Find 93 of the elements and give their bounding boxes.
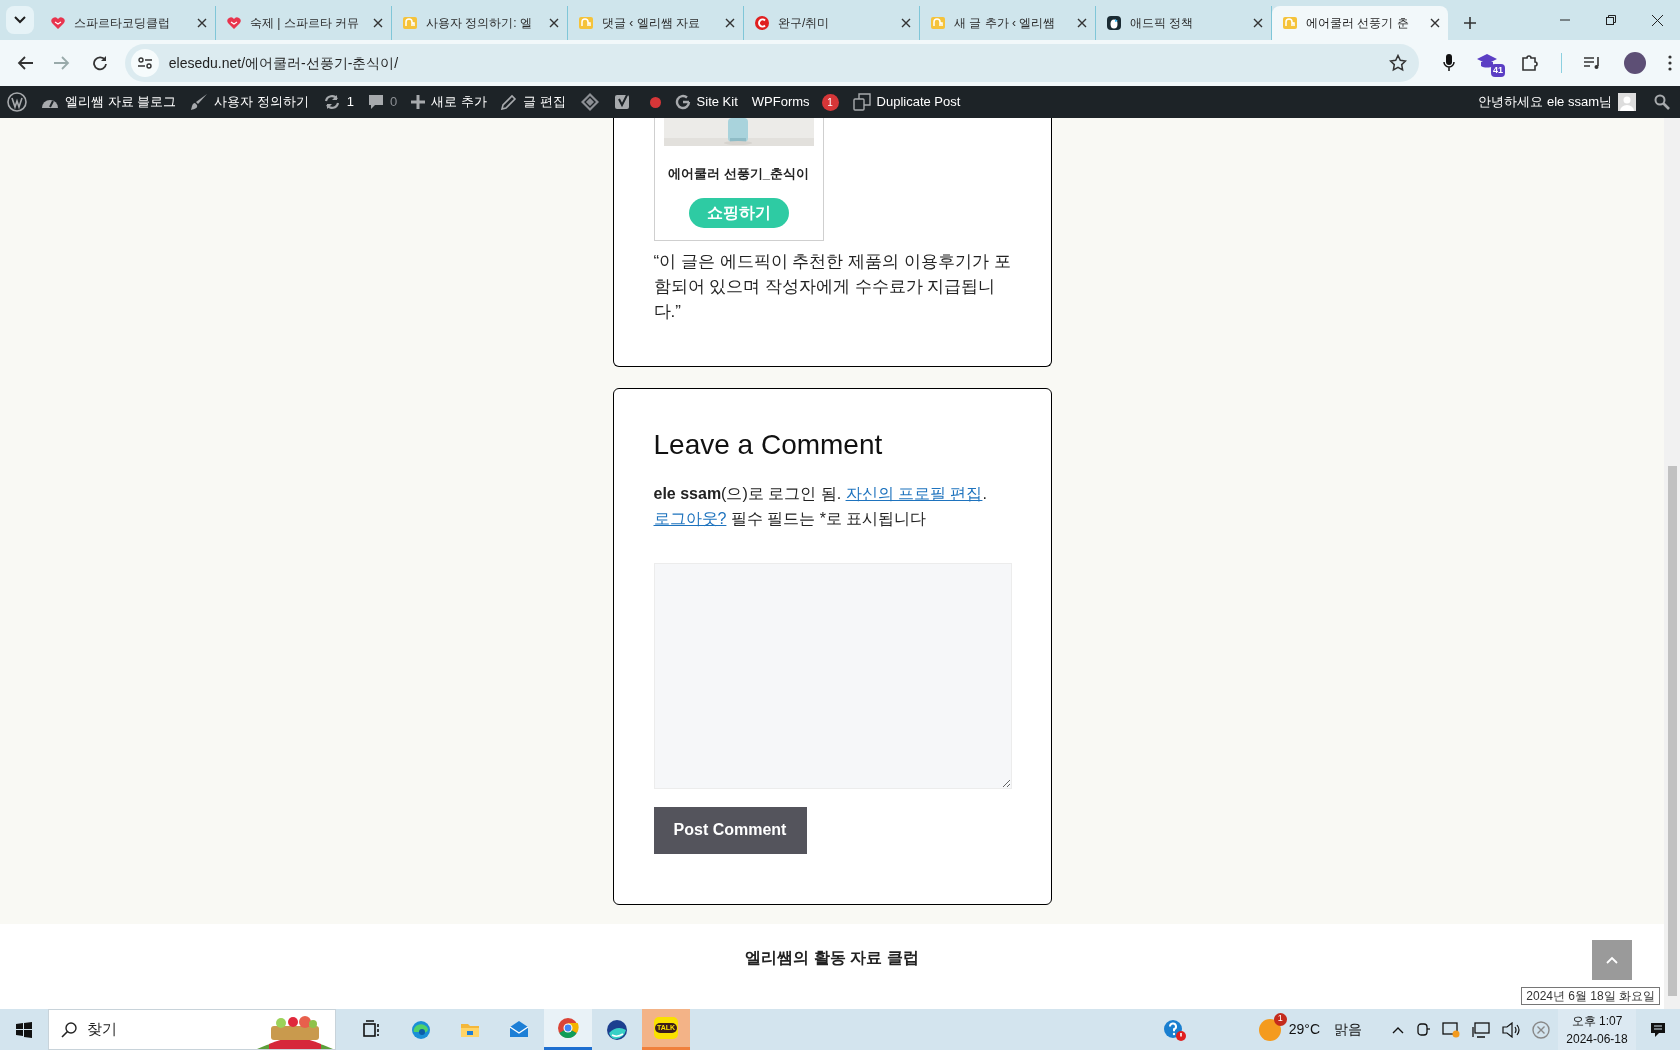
restore-icon[interactable] (1606, 15, 1616, 25)
elephant-icon (1282, 15, 1298, 31)
product-name: 에어쿨러 선풍기_춘식이 (668, 165, 809, 183)
admin-bar-item[interactable]: 사용자 정의하기 (183, 86, 316, 118)
profile-avatar-icon[interactable] (1624, 52, 1646, 74)
tab-title: 숙제 | 스파르타 커뮤 (250, 15, 361, 32)
close-icon[interactable] (1077, 18, 1087, 28)
text-link[interactable]: 자신의 프로필 편집 (845, 484, 983, 502)
comment-heading: Leave a Comment (653, 427, 884, 462)
puzzle-piece-icon[interactable] (1521, 54, 1539, 72)
admin-bar-item[interactable]: 글 편집 (493, 86, 573, 118)
browser-wave-icon (410, 1018, 432, 1041)
elephant-icon (930, 15, 946, 31)
tab-title: 스파르타코딩클럽 (74, 15, 171, 32)
network-icon[interactable] (1472, 1021, 1490, 1038)
account-menu[interactable]: 안녕하세요 ele ssam님 (1470, 86, 1644, 118)
post-comment-button[interactable]: Post Comment (653, 806, 807, 854)
speech-bubble-icon (368, 94, 385, 110)
date-tooltip: 2024년 6월 18일 화요일 (1521, 987, 1660, 1005)
tab-title: 새 글 추가 ‹ 엘리쌤 (954, 15, 1057, 32)
taskbar-search-button[interactable]: 찾기 (48, 1009, 336, 1050)
bookmark-star-icon[interactable] (1389, 54, 1407, 72)
notification-center-icon[interactable] (1650, 1021, 1666, 1038)
tab-title: 애드픽 정책 (1130, 15, 1195, 32)
admin-bar-item[interactable]: 엘리쌤 자료 블로그 (34, 86, 184, 118)
help-alert-icon[interactable] (1162, 1018, 1187, 1041)
elephant-icon (578, 15, 594, 31)
disclosure-text: “이 글은 에드픽이 추천한 제품의 이용후기가 포함되어 있으며 작성자에게 수수료가 지급됩니다.” (653, 250, 1011, 323)
close-circle-icon[interactable] (1532, 1020, 1550, 1039)
tab-title: 완구/취미 (778, 15, 831, 32)
back-icon[interactable] (16, 56, 33, 70)
notification-badge: 1 (1273, 1012, 1287, 1026)
paintbrush-icon (190, 93, 209, 111)
graduation-cap-icon[interactable] (1477, 53, 1497, 69)
plus-icon (411, 95, 426, 109)
notification-badge: 41 (1490, 63, 1505, 77)
close-icon[interactable] (1253, 18, 1263, 28)
notification-badge: 1 (821, 93, 839, 111)
reload-icon[interactable] (91, 55, 108, 71)
monitor-alert-icon[interactable] (1442, 1021, 1460, 1038)
chevron-up-icon[interactable] (1392, 1025, 1404, 1034)
admin-bar-item[interactable]: Site Kit (667, 86, 745, 118)
media-controls-icon[interactable] (1584, 56, 1602, 70)
tab-search-button[interactable] (6, 6, 34, 34)
windows-start-icon[interactable] (16, 1021, 32, 1038)
new-tab-icon[interactable] (1464, 17, 1476, 29)
admin-bar-item[interactable]: Duplicate Post (845, 86, 968, 118)
admin-bar-item[interactable]: WPForms 1 (744, 86, 846, 118)
search-icon (61, 1021, 77, 1038)
more-menu-icon[interactable] (1668, 55, 1672, 71)
speaker-icon[interactable] (1502, 1021, 1520, 1038)
site-info-icon[interactable] (137, 57, 152, 69)
scroll-to-top-button[interactable] (1592, 939, 1632, 980)
camera-icon[interactable] (1416, 1021, 1430, 1038)
admin-bar-item[interactable]: 1 (315, 86, 362, 118)
tab-title: 사용자 정의하기: 엘 (426, 15, 533, 32)
chevron-up-icon (1606, 955, 1618, 964)
whale-icon (606, 1018, 628, 1041)
text-link[interactable]: 로그아웃? (653, 509, 727, 527)
close-icon[interactable] (549, 18, 559, 28)
tab-title: 댓글 ‹ 엘리쌤 자료 (602, 15, 701, 32)
logged-in-note: ele ssam(으)로 로그인 됨. 자신의 프로필 편집. 로그아웃? 필수 필드는 *로 표시됩니다 (653, 483, 988, 529)
comment-field[interactable] (653, 562, 1012, 789)
close-icon[interactable] (197, 18, 207, 28)
taskbar-clock[interactable]: 오후 1:07 2024-06-18 (1558, 1009, 1636, 1050)
letter-c-icon (754, 15, 770, 31)
chevron-down-icon (14, 16, 26, 24)
avatar-icon (1618, 93, 1636, 111)
elephant-icon (402, 15, 418, 31)
admin-bar-item[interactable]: 새로 추가 (404, 86, 494, 118)
footer-text: 엘리쌤의 활동 자료 클럽 (745, 947, 919, 966)
duplicate-pages-icon (852, 93, 871, 111)
close-icon[interactable] (1430, 18, 1440, 28)
browser-tab[interactable]: 에어쿨러 선풍기 춘 (1272, 6, 1448, 40)
close-icon[interactable] (1651, 14, 1663, 26)
address-bar[interactable]: elesedu.net/에어쿨러-선풍기-춘식이/ (124, 44, 1419, 82)
taskbar-app[interactable] (544, 1009, 592, 1050)
pencil-icon (500, 94, 517, 110)
heart-icon (226, 15, 242, 31)
heart-icon (50, 15, 66, 31)
search-icon[interactable] (1654, 94, 1670, 110)
scrollbar-thumb[interactable] (1667, 466, 1677, 996)
close-icon[interactable] (901, 18, 911, 28)
close-icon[interactable] (725, 18, 735, 28)
refresh-icon (322, 94, 341, 110)
yoast-y-icon (613, 92, 632, 112)
penguin-icon (1106, 15, 1122, 31)
microphone-icon[interactable] (1443, 54, 1455, 72)
close-icon[interactable] (373, 18, 383, 28)
letter-g-icon (674, 94, 691, 110)
weather-widget[interactable]: 1 29°C 맑음 (1254, 1009, 1366, 1050)
chrome-logo-icon (557, 1017, 579, 1039)
tab-title: 에어쿨러 선풍기 춘 (1306, 15, 1410, 32)
